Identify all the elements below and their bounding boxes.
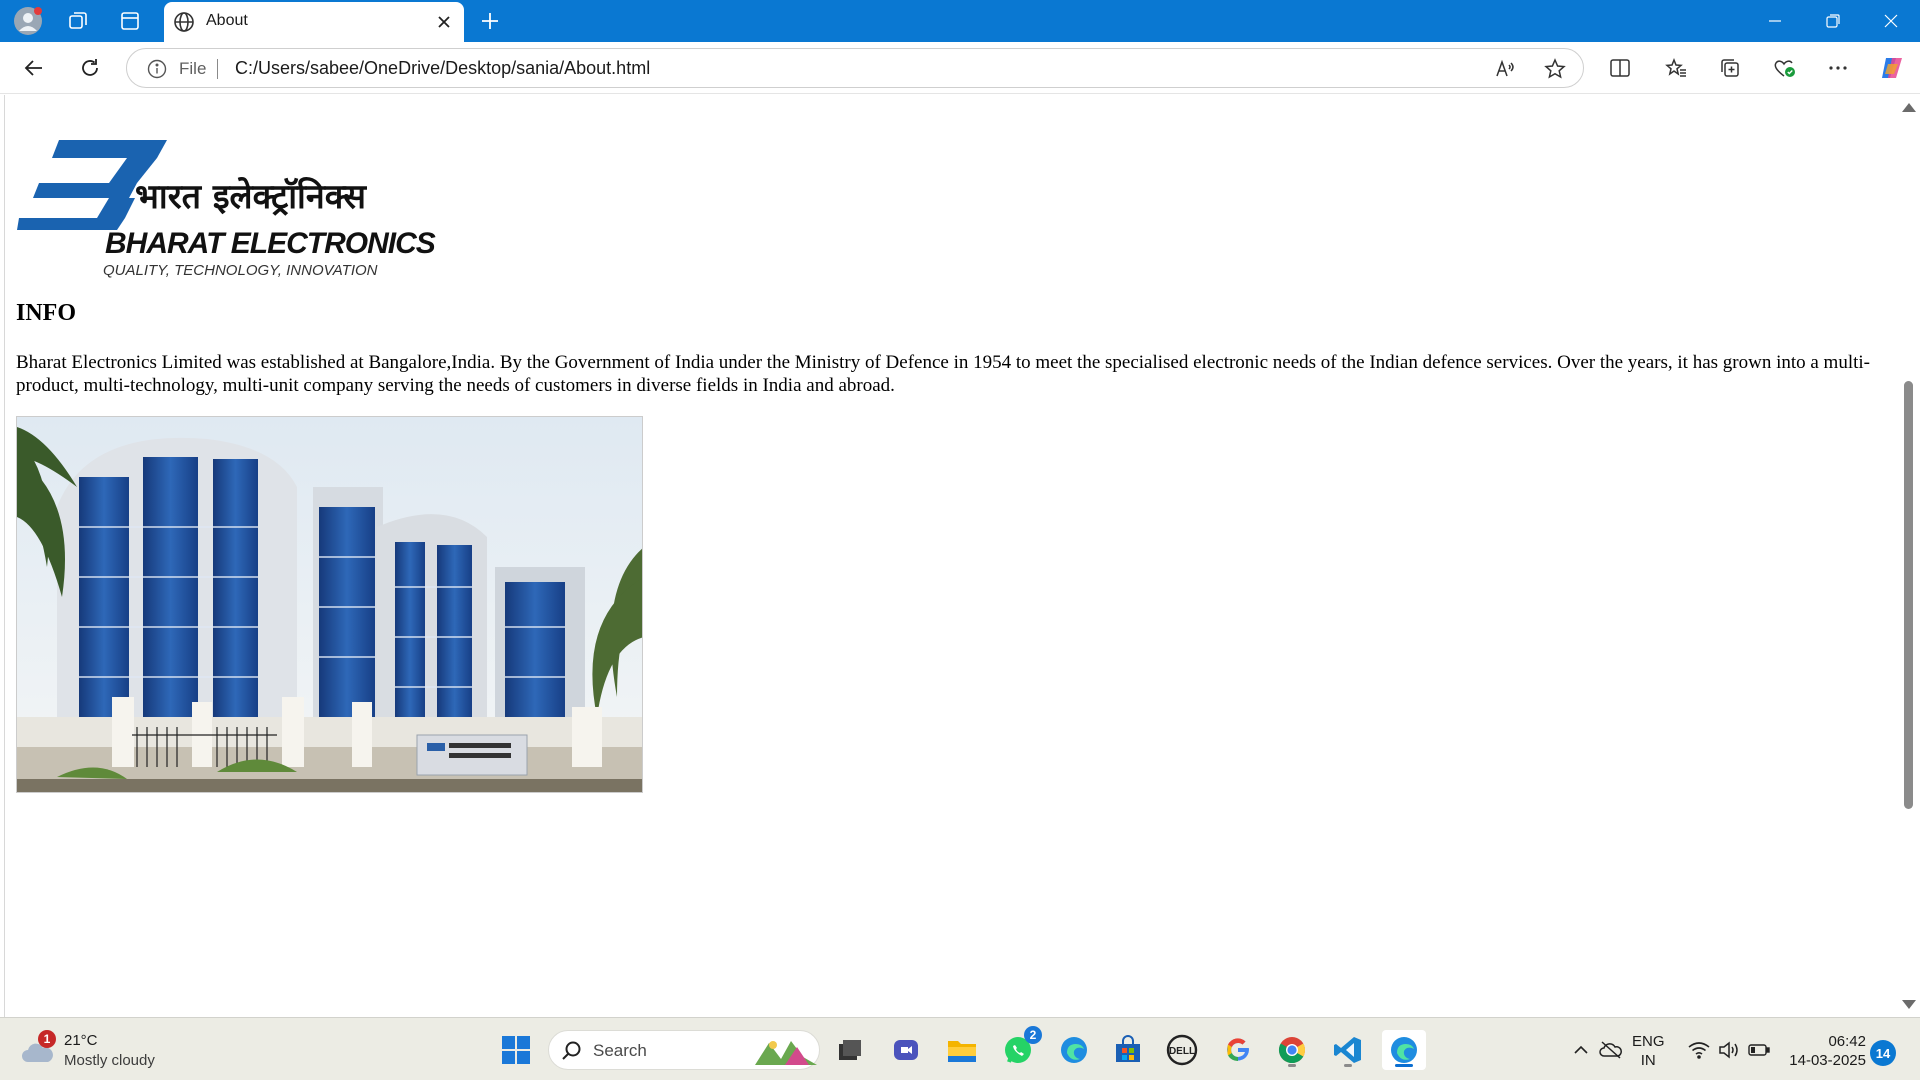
- favorites-icon[interactable]: [1660, 52, 1692, 84]
- taskbar-clock[interactable]: 06:42 14-03-2025: [1786, 1032, 1866, 1070]
- more-options-icon[interactable]: [1822, 52, 1854, 84]
- wifi-icon[interactable]: [1684, 1030, 1714, 1070]
- logo-tagline: QUALITY, TECHNOLOGY, INNOVATION: [103, 262, 378, 279]
- browser-essentials-icon[interactable]: [1768, 52, 1800, 84]
- address-url[interactable]: C:/Users/sabee/OneDrive/Desktop/sania/Ab…: [235, 58, 650, 79]
- running-indicator: [1288, 1064, 1296, 1067]
- refresh-icon[interactable]: [74, 52, 106, 84]
- page-paragraph: Bharat Electronics Limited was establish…: [16, 352, 1871, 396]
- profile-icon[interactable]: [12, 5, 44, 37]
- back-arrow-icon[interactable]: [18, 52, 50, 84]
- vscode-icon[interactable]: [1328, 1030, 1368, 1070]
- microsoft-store-icon[interactable]: [1108, 1030, 1148, 1070]
- language-region: IN: [1640, 1052, 1656, 1069]
- running-indicator: [1395, 1064, 1413, 1067]
- logo-name: BHARAT ELECTRONICS: [105, 227, 436, 260]
- edge-icon[interactable]: [1054, 1030, 1094, 1070]
- restore-button[interactable]: [1804, 0, 1862, 42]
- volume-icon[interactable]: [1714, 1030, 1744, 1070]
- address-scheme-label: File: [179, 59, 207, 78]
- browser-title-bar: About: [0, 0, 1920, 42]
- task-view-icon[interactable]: [830, 1030, 870, 1070]
- logo-hindi-text: भारत इलेक्ट्रॉनिक्स: [135, 176, 367, 217]
- scroll-up-arrow-icon[interactable]: [1902, 103, 1916, 112]
- weather-temp: 21°C: [64, 1032, 98, 1049]
- battery-icon[interactable]: [1744, 1030, 1774, 1070]
- svg-text:DELL: DELL: [1169, 1046, 1195, 1057]
- collections-icon[interactable]: [1714, 52, 1746, 84]
- search-label: Search: [593, 1041, 647, 1060]
- edge-active-icon[interactable]: [1382, 1030, 1426, 1070]
- tab-title: About: [206, 12, 248, 29]
- new-tab-button[interactable]: [474, 5, 506, 37]
- weather-widget[interactable]: 1 21°C Mostly cloudy: [20, 1030, 210, 1072]
- read-aloud-icon[interactable]: [1493, 57, 1517, 81]
- weather-alert-badge: 1: [38, 1030, 56, 1048]
- windows-taskbar: 1 21°C Mostly cloudy Search 2 DELL ENG I…: [0, 1017, 1920, 1080]
- windows-start-icon[interactable]: [496, 1030, 536, 1070]
- dell-icon[interactable]: DELL: [1162, 1030, 1202, 1070]
- page-heading: INFO: [16, 300, 76, 326]
- browser-toolbar: File C:/Users/sabee/OneDrive/Desktop/san…: [0, 42, 1920, 94]
- search-icon: [561, 1040, 583, 1067]
- close-tab-icon[interactable]: [432, 10, 456, 34]
- split-screen-icon[interactable]: [1604, 52, 1636, 84]
- bel-logo: भारत इलेक्ट्रॉनिक्स BHARAT ELECTRONICS Q…: [17, 138, 443, 280]
- scroll-down-arrow-icon[interactable]: [1902, 1000, 1916, 1009]
- scrollbar-thumb[interactable]: [1904, 381, 1913, 809]
- whatsapp-badge: 2: [1024, 1026, 1042, 1044]
- language-indicator[interactable]: ENG IN: [1632, 1032, 1665, 1070]
- vertical-scrollbar[interactable]: [1896, 95, 1920, 1017]
- copilot-icon[interactable]: [1876, 52, 1908, 84]
- close-window-button[interactable]: [1862, 0, 1920, 42]
- google-icon[interactable]: [1218, 1030, 1258, 1070]
- tab-about[interactable]: About: [164, 2, 464, 42]
- weather-desc: Mostly cloudy: [64, 1052, 155, 1069]
- clock-date: 14-03-2025: [1789, 1052, 1866, 1069]
- running-indicator: [1344, 1064, 1352, 1067]
- meet-icon[interactable]: [886, 1030, 926, 1070]
- info-icon[interactable]: [147, 59, 167, 79]
- notification-count-badge[interactable]: 14: [1870, 1040, 1896, 1066]
- chevron-up-icon[interactable]: [1566, 1030, 1596, 1070]
- workspaces-icon[interactable]: [62, 5, 94, 37]
- onedrive-offline-icon[interactable]: [1596, 1030, 1626, 1070]
- chrome-icon[interactable]: [1272, 1030, 1312, 1070]
- favorite-star-icon[interactable]: [1543, 57, 1567, 81]
- clock-time: 06:42: [1828, 1033, 1866, 1050]
- building-photo: [16, 416, 643, 793]
- search-highlight-icon: [755, 1037, 817, 1070]
- address-separator: [217, 59, 218, 79]
- globe-icon: [172, 10, 196, 34]
- file-explorer-icon[interactable]: [942, 1030, 982, 1070]
- page-viewport: भारत इलेक्ट्रॉनिक्स BHARAT ELECTRONICS Q…: [4, 95, 1896, 1017]
- address-bar[interactable]: File C:/Users/sabee/OneDrive/Desktop/san…: [126, 48, 1584, 88]
- taskbar-search[interactable]: Search: [548, 1030, 820, 1070]
- whatsapp-icon[interactable]: 2: [998, 1026, 1042, 1070]
- language-code: ENG: [1632, 1033, 1665, 1050]
- minimize-button[interactable]: [1746, 0, 1804, 42]
- vertical-tabs-icon[interactable]: [114, 5, 146, 37]
